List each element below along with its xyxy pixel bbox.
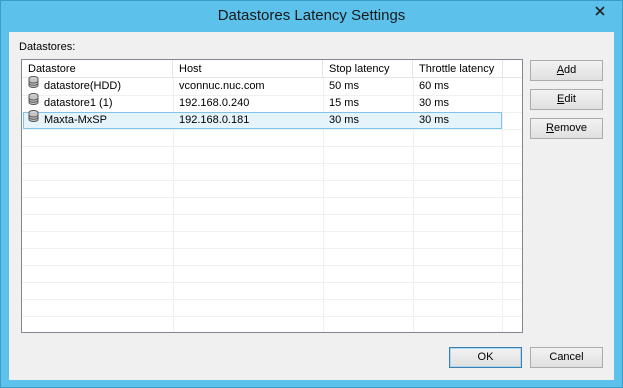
close-button[interactable] bbox=[581, 2, 618, 22]
close-icon bbox=[594, 5, 605, 19]
stop-latency-cell: 15 ms bbox=[329, 97, 359, 109]
ok-button[interactable]: OK bbox=[449, 347, 522, 368]
dialog-client-area: Datastores: Datastore Host Stop latency … bbox=[9, 32, 614, 380]
datastore-cell: Maxta-MxSP bbox=[22, 110, 173, 129]
stop-latency-cell: 30 ms bbox=[329, 114, 359, 126]
grid-line bbox=[22, 248, 522, 249]
grid-line bbox=[22, 231, 522, 232]
table-row[interactable]: datastore(HDD) vconnuc.nuc.com 50 ms 60 … bbox=[22, 76, 522, 95]
column-header-stop-latency[interactable]: Stop latency bbox=[323, 60, 413, 78]
host-cell: 192.168.0.181 bbox=[179, 114, 250, 126]
grid-line bbox=[22, 129, 522, 130]
database-icon bbox=[28, 110, 39, 128]
database-icon bbox=[28, 93, 39, 111]
throttle-latency-cell: 30 ms bbox=[419, 114, 449, 126]
add-button[interactable]: Add bbox=[530, 60, 603, 81]
grid-line bbox=[22, 282, 522, 283]
column-header-datastore[interactable]: Datastore bbox=[22, 60, 173, 78]
column-header-throttle-latency[interactable]: Throttle latency bbox=[413, 60, 503, 78]
grid-line bbox=[22, 180, 522, 181]
edit-label: dit bbox=[564, 93, 576, 105]
grid-line bbox=[22, 265, 522, 266]
grid-line bbox=[22, 316, 522, 317]
remove-label: emove bbox=[553, 122, 587, 134]
throttle-latency-cell: 60 ms bbox=[419, 80, 449, 92]
datastore-name: Maxta-MxSP bbox=[44, 114, 107, 126]
datastore-cell: datastore1 (1) bbox=[22, 93, 173, 112]
host-cell: vconnuc.nuc.com bbox=[179, 80, 265, 92]
dialog-window: Datastores Latency Settings Datastores: … bbox=[0, 0, 623, 388]
table-row[interactable]: datastore1 (1) 192.168.0.240 15 ms 30 ms bbox=[22, 93, 522, 112]
add-mnemonic: A bbox=[556, 64, 565, 76]
window-title: Datastores Latency Settings bbox=[217, 7, 406, 24]
grid-line bbox=[22, 146, 522, 147]
datastore-cell: datastore(HDD) bbox=[22, 76, 173, 95]
grid-line bbox=[22, 299, 522, 300]
title-bar[interactable]: Datastores Latency Settings bbox=[1, 1, 622, 32]
datastore-name: datastore(HDD) bbox=[44, 80, 122, 92]
table-row-selected[interactable]: Maxta-MxSP 192.168.0.181 30 ms 30 ms bbox=[22, 110, 522, 129]
grid-line bbox=[22, 214, 522, 215]
cancel-button[interactable]: Cancel bbox=[530, 347, 603, 368]
database-icon bbox=[28, 76, 39, 94]
list-header: Datastore Host Stop latency Throttle lat… bbox=[22, 60, 522, 78]
datastores-label: Datastores: bbox=[19, 41, 76, 53]
grid-line bbox=[22, 197, 522, 198]
throttle-latency-cell: 30 ms bbox=[419, 97, 449, 109]
datastores-list[interactable]: Datastore Host Stop latency Throttle lat… bbox=[21, 59, 523, 333]
host-cell: 192.168.0.240 bbox=[179, 97, 250, 109]
remove-button[interactable]: Remove bbox=[530, 118, 603, 139]
add-label: dd bbox=[564, 64, 577, 76]
edit-button[interactable]: Edit bbox=[530, 89, 603, 110]
remove-mnemonic: R bbox=[546, 122, 554, 134]
column-header-host[interactable]: Host bbox=[173, 60, 323, 78]
datastore-name: datastore1 (1) bbox=[44, 97, 113, 109]
stop-latency-cell: 50 ms bbox=[329, 80, 359, 92]
grid-line bbox=[22, 163, 522, 164]
